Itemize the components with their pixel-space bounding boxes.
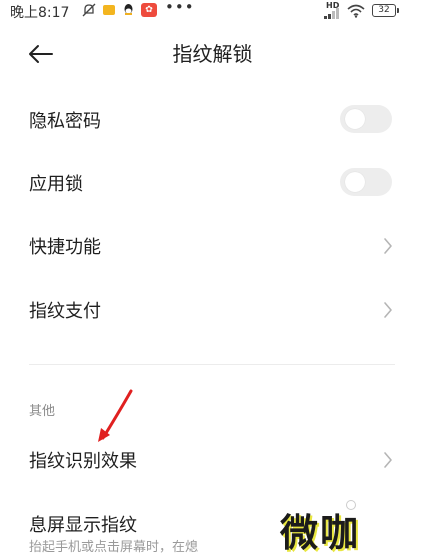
- section-header-other: 其他: [29, 404, 56, 419]
- wifi-icon: [347, 4, 365, 18]
- qq-icon: [124, 4, 133, 15]
- more-notifications-icon: •••: [165, 0, 195, 16]
- row-label: 快捷功能: [29, 237, 101, 258]
- status-time: 晚上8:17: [10, 5, 70, 21]
- row-label: 息屏显示指纹: [29, 515, 137, 536]
- annotation-arrow-icon: [98, 389, 133, 442]
- app-lock-toggle[interactable]: [340, 168, 392, 196]
- section-divider: [29, 364, 395, 365]
- app-notification-icon: ✿: [141, 3, 157, 17]
- chevron-right-icon: [384, 452, 392, 468]
- shortcut-functions-row[interactable]: 快捷功能: [0, 215, 425, 275]
- chevron-right-icon: [384, 302, 392, 318]
- toggle-knob: [345, 172, 365, 192]
- privacy-password-row[interactable]: 隐私密码: [0, 89, 425, 149]
- row-label: 指纹支付: [29, 301, 101, 322]
- row-label: 应用锁: [29, 174, 83, 195]
- toggle-knob: [345, 109, 365, 129]
- status-bar: 晚上8:17 ✿ ••• HD 32: [0, 0, 425, 22]
- row-subtext: 抬起手机或点击屏幕时，在熄: [29, 540, 199, 555]
- signal-icon: [324, 8, 339, 19]
- watermark-text: 微咖: [280, 511, 361, 555]
- watermark-logo: 微咖: [270, 500, 380, 555]
- message-notification-icon: [103, 5, 115, 15]
- row-label: 指纹识别效果: [29, 451, 137, 472]
- fingerprint-payment-row[interactable]: 指纹支付: [0, 279, 425, 339]
- page-title: 指纹解锁: [172, 42, 253, 66]
- battery-icon: 32: [372, 4, 399, 17]
- mute-bell-icon: [82, 3, 96, 17]
- chevron-right-icon: [384, 238, 392, 254]
- app-lock-row[interactable]: 应用锁: [0, 152, 425, 212]
- privacy-password-toggle[interactable]: [340, 105, 392, 133]
- fingerprint-recognition-effect-row[interactable]: 指纹识别效果: [0, 429, 425, 489]
- row-label: 隐私密码: [29, 111, 101, 132]
